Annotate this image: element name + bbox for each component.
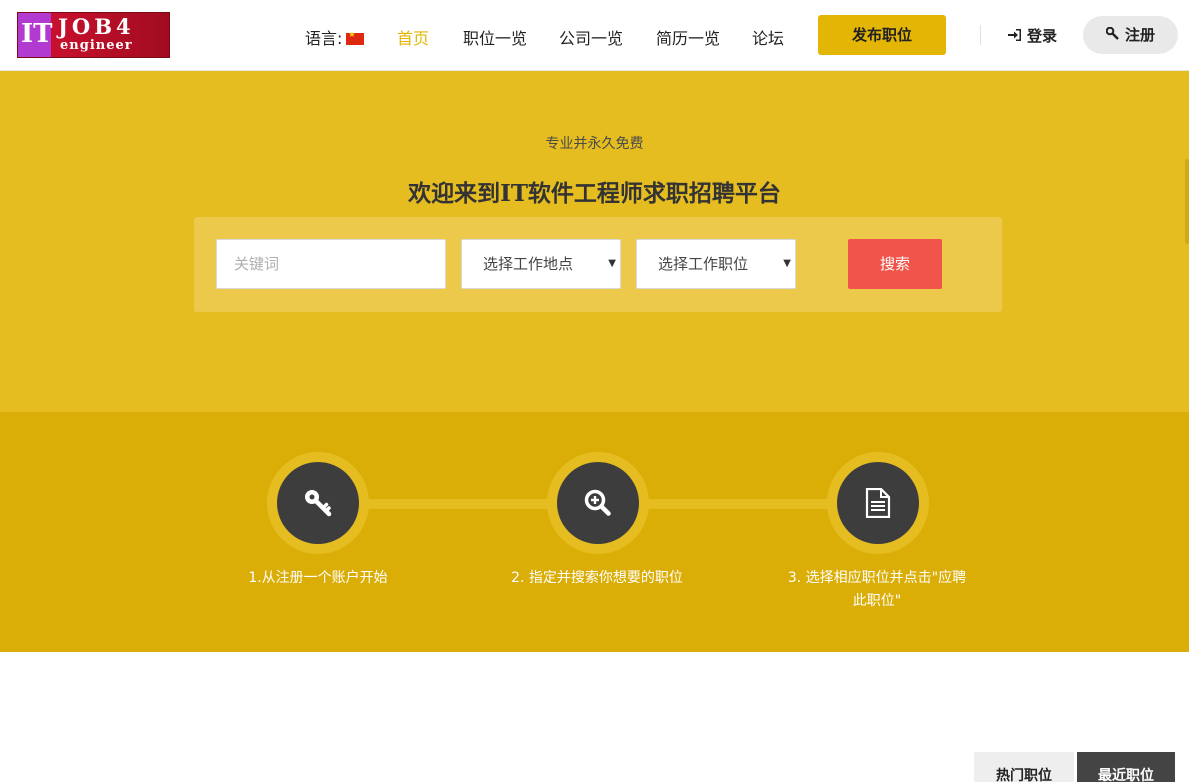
hero-section: 专业并永久免费 欢迎来到IT软件工程师求职招聘平台 选择工作地点 ▼ 选择工作职… <box>0 71 1189 412</box>
tab-recent-jobs[interactable]: 最近职位 <box>1077 752 1175 782</box>
site-header: IT JOB4 engineer 语言: 首页 职位一览 公司一览 简历一览 论… <box>0 0 1189 71</box>
step-3-circle <box>827 452 929 554</box>
logo-engineer-text: engineer <box>60 38 133 53</box>
job-search-panel: 选择工作地点 ▼ 选择工作职位 ▼ 搜索 <box>194 217 1002 312</box>
logo-job-text: JOB4 <box>58 14 135 39</box>
dropdown-arrow-icon: ▼ <box>783 258 791 269</box>
location-select[interactable]: 选择工作地点 ▼ <box>461 239 621 289</box>
login-label: 登录 <box>1027 27 1058 45</box>
step-3-label: 3. 选择相应职位并点击"应聘此职位" <box>787 570 967 609</box>
post-job-button[interactable]: 发布职位 <box>818 15 946 55</box>
hero-title: 欢迎来到IT软件工程师求职招聘平台 <box>408 180 781 207</box>
china-flag-icon <box>346 30 365 45</box>
nav-home[interactable]: 首页 <box>397 25 429 49</box>
position-select[interactable]: 选择工作职位 ▼ <box>636 239 796 289</box>
login-link[interactable]: 登录 <box>1008 25 1057 46</box>
keyword-input[interactable] <box>216 239 446 289</box>
how-it-works-section: 1.从注册一个账户开始 2. 指定并搜索你想要的职位 3. 选择相应职位并点击"… <box>0 412 1189 652</box>
tab-hot-jobs[interactable]: 热门职位 <box>974 752 1074 782</box>
site-logo[interactable]: IT JOB4 engineer <box>17 12 170 58</box>
hero-subtitle: 专业并永久免费 <box>545 136 644 152</box>
step-2-label: 2. 指定并搜索你想要的职位 <box>511 570 683 586</box>
zoom-in-icon <box>584 489 611 516</box>
dropdown-arrow-icon: ▼ <box>608 258 616 269</box>
location-select-value: 选择工作地点 <box>483 255 574 273</box>
nav-resumes[interactable]: 简历一览 <box>656 25 720 49</box>
position-select-value: 选择工作职位 <box>658 255 749 273</box>
wrench-icon <box>1105 18 1119 56</box>
register-button[interactable]: 注册 <box>1083 16 1178 54</box>
logo-it-text: IT <box>21 19 53 49</box>
nav-companies[interactable]: 公司一览 <box>559 25 623 49</box>
step-1-label: 1.从注册一个账户开始 <box>248 570 388 586</box>
scrollbar-thumb[interactable] <box>1185 159 1189 244</box>
step-2-circle <box>547 452 649 554</box>
nav-jobs[interactable]: 职位一览 <box>463 25 527 49</box>
language-label: 语言: <box>305 29 343 48</box>
sign-in-icon <box>1008 29 1021 45</box>
key-icon <box>305 490 332 517</box>
step-1-circle <box>267 452 369 554</box>
document-icon <box>865 488 891 518</box>
language-switcher[interactable]: 语言: <box>305 25 365 49</box>
register-label: 注册 <box>1124 26 1155 44</box>
nav-forum[interactable]: 论坛 <box>752 25 784 49</box>
search-button[interactable]: 搜索 <box>848 239 942 289</box>
nav-divider <box>980 25 981 45</box>
